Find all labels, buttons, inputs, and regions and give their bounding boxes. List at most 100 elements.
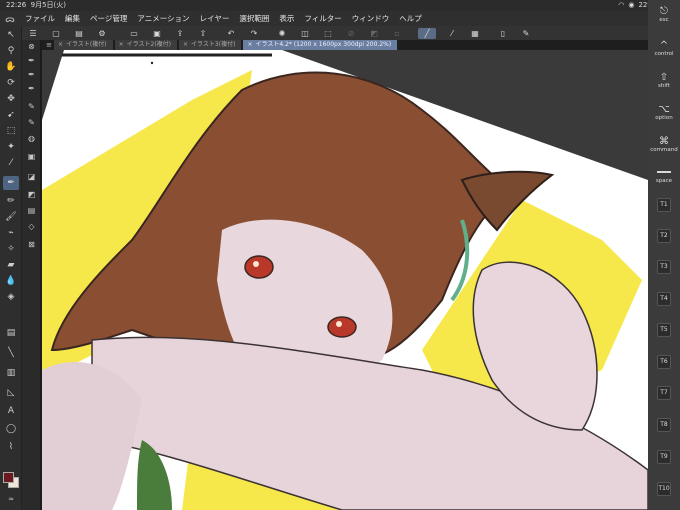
- option-key[interactable]: ⌥ option: [648, 104, 680, 121]
- main-color-swatch[interactable]: [3, 472, 14, 483]
- tab-1[interactable]: × イラスト(複付): [54, 40, 113, 50]
- t4-key[interactable]: T4: [648, 292, 680, 306]
- pages-icon[interactable]: ▤: [72, 28, 86, 39]
- frame-icon[interactable]: ▥: [3, 366, 19, 380]
- open-file-icon[interactable]: ▭: [127, 28, 141, 39]
- app-logo-icon[interactable]: ᯅ: [0, 12, 20, 25]
- pencil-icon[interactable]: ✏: [3, 194, 19, 208]
- command-key[interactable]: ⌘ command: [648, 136, 680, 153]
- t5-key[interactable]: T5: [648, 323, 680, 337]
- control-key[interactable]: ^ control: [648, 40, 680, 57]
- close-icon[interactable]: ×: [183, 41, 188, 48]
- tab-3[interactable]: × イラスト3(複付): [179, 40, 242, 50]
- t6-key[interactable]: T6: [648, 355, 680, 369]
- deselect-icon[interactable]: ⊘: [344, 28, 358, 39]
- export-icon[interactable]: ⇪: [173, 28, 187, 39]
- share-icon[interactable]: ⇧: [196, 28, 210, 39]
- menu-view[interactable]: 表示: [274, 13, 299, 24]
- ruler-icon[interactable]: ◺: [3, 386, 19, 400]
- sub-tool-brush-a-icon[interactable]: ✎: [25, 100, 38, 112]
- pointer-icon[interactable]: ↖: [3, 28, 19, 42]
- tab-2[interactable]: × イラスト2(複付): [114, 40, 178, 50]
- transparent-color-icon[interactable]: ≈: [3, 492, 19, 506]
- menu-help[interactable]: ヘルプ: [394, 13, 427, 24]
- sub-tool-menu-icon[interactable]: ⊗: [25, 40, 38, 52]
- edit-icon[interactable]: ✎: [519, 28, 533, 39]
- airbrush-icon[interactable]: ⌁: [3, 226, 19, 240]
- close-icon[interactable]: ×: [247, 41, 252, 48]
- sub-tool-layer-d-icon[interactable]: ◇: [25, 220, 38, 232]
- sub-tool-pen-a-icon[interactable]: ✒: [25, 54, 38, 66]
- gradient-icon[interactable]: ▤: [3, 326, 19, 340]
- redo-icon[interactable]: ↷: [247, 28, 261, 39]
- option-icon: ⌥: [658, 104, 670, 115]
- hand-icon[interactable]: ✋: [3, 60, 19, 74]
- settings-gear-icon[interactable]: ⚙: [95, 28, 109, 39]
- sub-tool-layer-b-icon[interactable]: ◩: [25, 188, 38, 200]
- pen-icon[interactable]: ✒: [3, 176, 19, 190]
- brush-icon[interactable]: 🖌: [3, 210, 19, 224]
- sub-tool-pen-b-icon[interactable]: ✒: [25, 68, 38, 80]
- eye-left: [244, 255, 274, 279]
- text-icon[interactable]: A: [3, 404, 19, 418]
- auto-select-icon[interactable]: ✦: [3, 140, 19, 154]
- zoom-icon[interactable]: ⚲: [3, 44, 19, 58]
- menu-animation[interactable]: アニメーション: [132, 13, 194, 24]
- correction-icon[interactable]: ⌇: [3, 440, 19, 454]
- tab-menu-icon[interactable]: ≡: [44, 40, 54, 50]
- sub-tool-brush-b-icon[interactable]: ✎: [25, 116, 38, 128]
- tab-4-active[interactable]: × イラスト4.2* (1200 x 1600px 300dpi 200.2%): [243, 40, 398, 50]
- t1-key[interactable]: T1: [648, 198, 680, 212]
- t9-key[interactable]: T9: [648, 450, 680, 464]
- edge-keyboard: ⎋ esc ^ control ⇧ shift ⌥ option ⌘ command sp…: [648, 0, 680, 510]
- menu-page[interactable]: ページ管理: [85, 13, 132, 24]
- t3-key[interactable]: T3: [648, 260, 680, 274]
- undo-icon[interactable]: ↶: [224, 28, 238, 39]
- rotate-icon[interactable]: ⟳: [3, 76, 19, 90]
- esc-key[interactable]: ⎋ esc: [648, 6, 680, 23]
- menu-window[interactable]: ウィンドウ: [347, 13, 395, 24]
- space-key[interactable]: space: [648, 178, 680, 184]
- invert-icon[interactable]: ◩: [367, 28, 381, 39]
- close-icon[interactable]: ×: [58, 41, 63, 48]
- save-icon[interactable]: ▣: [150, 28, 164, 39]
- blend-icon[interactable]: 💧: [3, 274, 19, 288]
- shift-key[interactable]: ⇧ shift: [648, 72, 680, 89]
- menu-selection[interactable]: 選択範囲: [234, 13, 274, 24]
- sub-tool-layer-a-icon[interactable]: ◪: [25, 170, 38, 182]
- t8-key[interactable]: T8: [648, 418, 680, 432]
- eyedropper-icon[interactable]: ⁄: [3, 156, 19, 170]
- menu-file[interactable]: ファイル: [20, 13, 60, 24]
- menu-layer[interactable]: レイヤー: [195, 13, 235, 24]
- fill-icon[interactable]: ◈: [3, 290, 19, 304]
- sub-tool-pen-c-icon[interactable]: ✒: [25, 82, 38, 94]
- balloon-icon[interactable]: ◯: [3, 422, 19, 436]
- drawing-canvas[interactable]: [42, 50, 648, 510]
- color-well[interactable]: [3, 472, 19, 488]
- sub-tool-layer-c-icon[interactable]: ▤: [25, 204, 38, 216]
- snap-ruler-icon[interactable]: ╱: [418, 27, 436, 39]
- sub-tool-airbrush-icon[interactable]: ▣: [25, 150, 38, 162]
- menu-filter[interactable]: フィルター: [299, 13, 346, 24]
- close-icon[interactable]: ×: [119, 41, 124, 48]
- move-icon[interactable]: ✥: [3, 92, 19, 106]
- clear-icon[interactable]: ◫: [298, 28, 312, 39]
- decoration-icon[interactable]: ✧: [3, 242, 19, 256]
- select-icon[interactable]: ⬚: [3, 124, 19, 138]
- sub-tool-blend-icon[interactable]: ◍: [25, 132, 38, 144]
- snap-grid-icon[interactable]: ▦: [468, 28, 482, 39]
- menu-edit[interactable]: 編集: [60, 13, 85, 24]
- t2-key[interactable]: T2: [648, 229, 680, 243]
- eraser-icon[interactable]: ▰: [3, 258, 19, 272]
- crop-icon[interactable]: ▫: [390, 28, 404, 39]
- hamburger-icon[interactable]: ☰: [26, 28, 40, 39]
- operation-icon[interactable]: ➹: [3, 108, 19, 122]
- sub-tool-layer-e-icon[interactable]: ⊠: [25, 238, 38, 250]
- figure-icon[interactable]: ╲: [3, 346, 19, 360]
- transform-icon[interactable]: ⬚: [321, 28, 335, 39]
- t10-key[interactable]: T10: [648, 482, 680, 496]
- snap-special-icon[interactable]: ⁄: [445, 28, 459, 39]
- t7-key[interactable]: T7: [648, 386, 680, 400]
- new-file-icon[interactable]: ▢: [49, 28, 63, 39]
- tablet-icon[interactable]: ▯: [496, 28, 510, 39]
